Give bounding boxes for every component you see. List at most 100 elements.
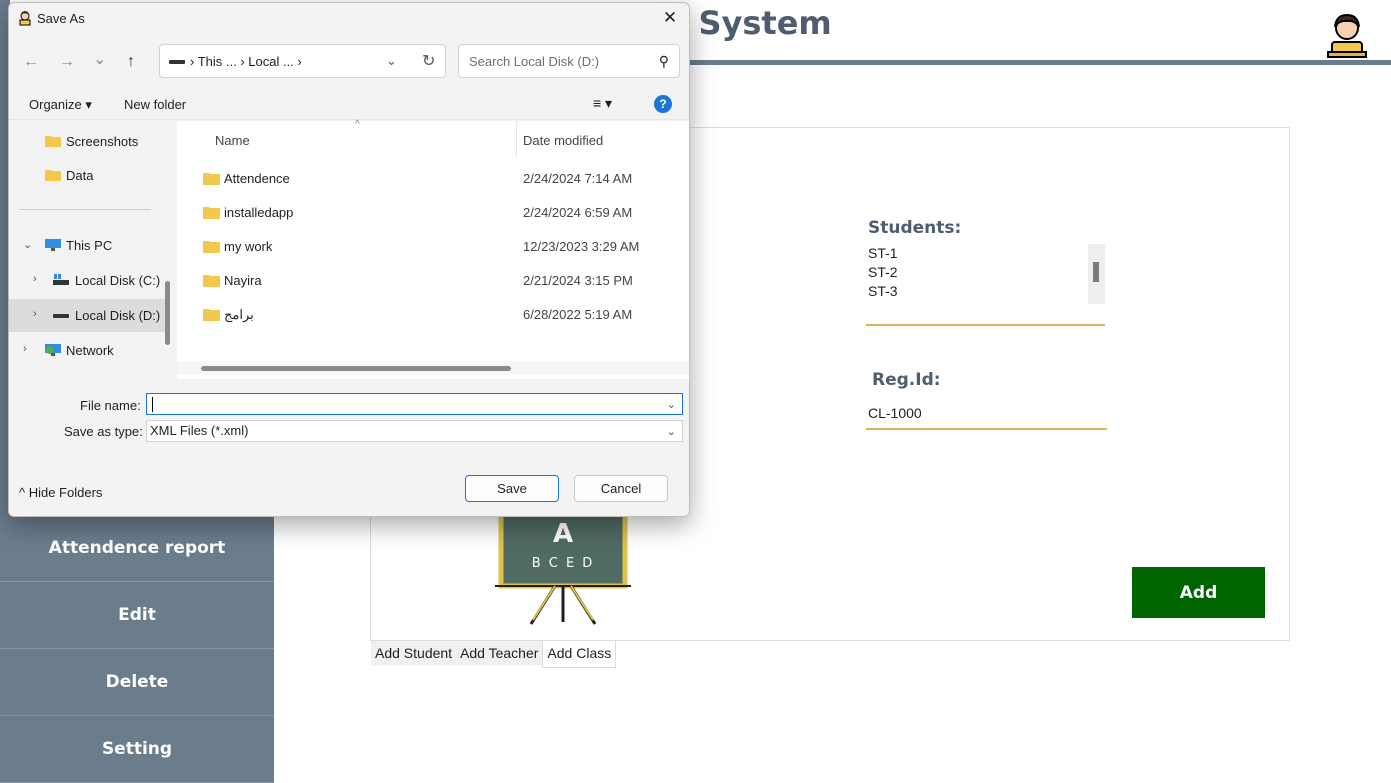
save-button[interactable]: Save — [465, 475, 559, 502]
table-row[interactable]: my work 12/23/2023 3:29 AM — [177, 229, 689, 263]
cancel-button[interactable]: Cancel — [574, 475, 668, 502]
save-type-label: Save as type: — [64, 424, 143, 439]
sidebar-item-setting[interactable]: Setting — [0, 716, 274, 783]
file-date: 12/23/2023 3:29 AM — [523, 239, 640, 254]
user-avatar-icon[interactable] — [1322, 10, 1372, 60]
chevron-down-icon[interactable]: ⌄ — [386, 53, 397, 69]
sidebar-item-label: Setting — [101, 739, 173, 759]
tree-item-screenshots[interactable]: Screenshots — [9, 125, 165, 158]
table-row[interactable]: Attendence 2/24/2024 7:14 AM — [177, 161, 689, 195]
column-header-name[interactable]: Name — [215, 133, 250, 148]
folder-icon — [45, 170, 61, 181]
file-name: my work — [224, 239, 273, 254]
reg-id-field[interactable]: CL-1000 — [866, 400, 1107, 430]
sidebar-item-label: Attendence report — [48, 538, 226, 558]
drive-icon — [53, 314, 69, 318]
table-row[interactable]: installedapp 2/24/2024 6:59 AM — [177, 195, 689, 229]
file-name: Nayira — [224, 273, 262, 288]
search-placeholder: Search Local Disk (D:) — [469, 54, 600, 69]
chevron-right-icon[interactable]: › — [33, 308, 37, 320]
students-list-scrollbar[interactable] — [1088, 244, 1105, 304]
organize-button[interactable]: Organize ▾ — [29, 97, 92, 113]
app-title: t System — [672, 4, 832, 42]
folder-icon — [203, 309, 220, 321]
file-date: 6/28/2022 5:19 AM — [523, 307, 633, 322]
sidebar: Attendence report Edit Delete Setting — [0, 515, 274, 783]
dialog-footer: ^ Hide Folders Save Cancel — [9, 451, 689, 516]
hide-folders-button[interactable]: ^ Hide Folders — [19, 485, 102, 500]
tab-add-student[interactable]: Add Student — [371, 641, 457, 665]
up-arrow-icon[interactable]: ↑ — [127, 53, 135, 71]
dialog-title: Save As — [37, 11, 85, 26]
column-header-date[interactable]: Date modified — [523, 133, 603, 148]
scrollbar-thumb[interactable] — [1093, 262, 1099, 282]
chevron-down-icon[interactable]: ⌄ — [667, 422, 676, 442]
file-name-label: File name: — [80, 398, 141, 413]
add-button[interactable]: Add — [1132, 567, 1265, 618]
tree-item-this-pc[interactable]: ⌄ This PC — [9, 229, 165, 262]
tree-item-data[interactable]: Data — [9, 159, 165, 192]
navigation-pane: Screenshots Data ⌄ This PC › Local Disk … — [9, 121, 177, 379]
refresh-icon[interactable]: ↻ — [422, 51, 435, 71]
save-type-value: XML Files (*.xml) — [150, 423, 249, 438]
tree-item-local-disk-d[interactable]: › Local Disk (D:) — [9, 299, 165, 332]
app-icon — [19, 11, 31, 26]
file-name: installedapp — [224, 205, 294, 220]
chevron-down-icon[interactable]: ⌄ — [23, 238, 32, 251]
new-folder-button[interactable]: New folder — [124, 97, 186, 112]
dialog-title-bar[interactable]: Save As ✕ — [9, 3, 689, 35]
tab-add-class[interactable]: Add Class — [542, 641, 617, 668]
tab-add-teacher[interactable]: Add Teacher — [456, 641, 543, 665]
table-row[interactable]: برامج 6/28/2022 5:19 AM — [177, 297, 689, 331]
chalkboard-icon: A B C E D — [495, 500, 631, 625]
navigation-pane-scrollbar[interactable] — [165, 281, 170, 345]
list-item[interactable]: ST-1 — [866, 244, 1105, 263]
search-icon[interactable]: ⚲ — [659, 53, 669, 70]
forward-arrow-icon[interactable]: → — [59, 53, 75, 71]
close-icon[interactable]: ✕ — [659, 7, 681, 29]
board-letters: B C E D — [532, 556, 595, 571]
tree-item-label: Local Disk (C:) — [75, 273, 161, 288]
network-icon — [45, 344, 61, 356]
list-item[interactable]: ST-3 — [866, 282, 1105, 301]
sidebar-item-attendence-report[interactable]: Attendence report — [0, 515, 274, 582]
save-type-select[interactable]: XML Files (*.xml) ⌄ — [146, 420, 683, 442]
sidebar-item-delete[interactable]: Delete — [0, 649, 274, 716]
file-list: Name ^ Date modified Attendence 2/24/202… — [177, 119, 689, 379]
tree-item-label: Data — [66, 168, 94, 183]
title-divider — [688, 60, 1391, 65]
reg-id-label: Reg.Id: — [872, 370, 941, 390]
tree-item-label: Network — [66, 343, 114, 358]
folder-icon — [203, 173, 220, 185]
help-icon[interactable]: ? — [654, 95, 672, 113]
students-list[interactable]: ST-1 ST-2 ST-3 — [866, 244, 1105, 326]
address-bar[interactable]: › This ... › Local ... › ⌄ ↻ — [159, 44, 446, 78]
sidebar-item-edit[interactable]: Edit — [0, 582, 274, 649]
chevron-right-icon[interactable]: › — [33, 273, 37, 285]
file-date: 2/21/2024 3:15 PM — [523, 273, 633, 288]
search-input[interactable]: Search Local Disk (D:) ⚲ — [458, 44, 680, 78]
horizontal-scrollbar[interactable] — [177, 361, 689, 375]
file-name-input[interactable]: ⌄ — [146, 393, 683, 415]
sort-ascending-icon: ^ — [355, 119, 360, 130]
tree-item-label: Local Disk (D:) — [75, 308, 161, 323]
chevron-down-icon[interactable]: ⌄ — [667, 395, 676, 415]
tree-divider — [19, 209, 151, 210]
back-arrow-icon[interactable]: ← — [23, 53, 39, 71]
command-bar: Organize ▾ New folder ≡ ▾ ? — [9, 91, 689, 120]
list-item[interactable]: ST-2 — [866, 263, 1105, 282]
table-row[interactable]: Nayira 2/21/2024 3:15 PM — [177, 263, 689, 297]
sidebar-item-label: Edit — [118, 605, 156, 625]
column-separator[interactable] — [516, 121, 517, 157]
view-options-icon[interactable]: ≡ ▾ — [593, 95, 612, 112]
tree-item-local-disk-c[interactable]: › Local Disk (C:) — [9, 264, 165, 297]
address-path[interactable]: › This ... › Local ... › — [190, 54, 302, 69]
tree-item-network[interactable]: › Network — [9, 334, 165, 367]
chevron-right-icon[interactable]: › — [23, 343, 27, 355]
tree-item-label: This PC — [66, 238, 113, 253]
tree-item-label: Screenshots — [66, 134, 139, 149]
folder-icon — [45, 136, 61, 147]
recent-locations-icon[interactable]: ⌄ — [93, 49, 106, 69]
scrollbar-thumb[interactable] — [201, 366, 511, 371]
folder-icon — [203, 275, 220, 287]
